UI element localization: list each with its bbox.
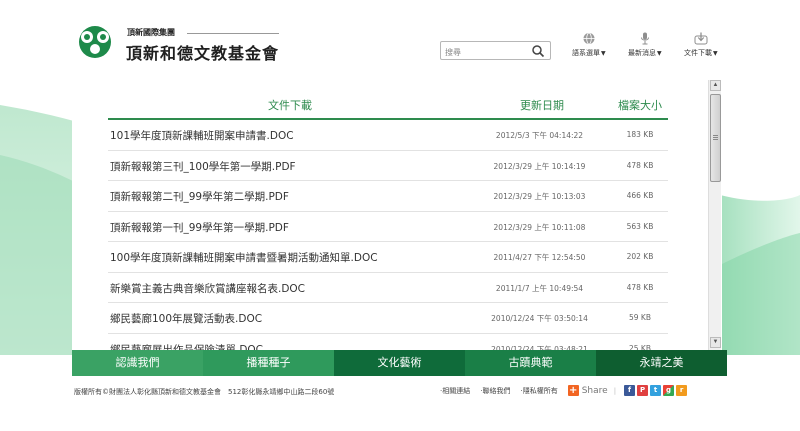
file-size: 478 KB — [626, 282, 654, 292]
microphone-icon — [640, 32, 649, 45]
site-footer: 版權所有©財團法人彰化縣頂新和德文教基金會 512彰化縣永靖鄉中山路二段60號 … — [0, 376, 800, 431]
file-list[interactable]: 101學年度頂新課輔班開案申請書.DOC 2012/5/3 下午 04:14:22… — [108, 120, 668, 350]
group-name: 頂新國際集團 — [127, 28, 175, 37]
twitter-icon[interactable]: t — [650, 385, 662, 396]
table-row[interactable]: 101學年度頂新課輔班開案申請書.DOC 2012/5/3 下午 04:14:22… — [108, 120, 668, 151]
nav-language-label: 語系選單 — [572, 49, 600, 57]
file-size: 59 KB — [629, 313, 651, 322]
file-size: 563 KB — [626, 221, 654, 231]
share-button[interactable]: + Share — [567, 385, 608, 396]
footer-link-related[interactable]: ‧相關連結 — [440, 386, 470, 396]
file-date: 2012/5/3 下午 04:14:22 — [495, 131, 584, 140]
foundation-name: 頂新和德文教基金會 — [126, 44, 280, 63]
file-date: 2012/3/29 上午 10:13:03 — [493, 192, 586, 201]
file-name-link[interactable]: 新樂賞主義古典音樂欣賞講座報名表.DOC — [110, 281, 305, 296]
bottom-nav-item[interactable]: 文化藝術 — [334, 350, 465, 376]
file-date: 2010/12/24 下午 03:50:14 — [491, 314, 588, 323]
file-name-link[interactable]: 鄉民藝廊100年展覽活動表.DOC — [110, 311, 262, 326]
file-name-link[interactable]: 100學年度頂新課輔班開案申請書暨暑期活動通知單.DOC — [110, 250, 378, 265]
nav-news-label: 最新消息 — [628, 49, 656, 57]
copyright-text: 版權所有©財團法人彰化縣頂新和德文教基金會 512彰化縣永靖鄉中山路二段60號 — [74, 388, 335, 396]
file-size: 202 KB — [626, 252, 654, 261]
nav-news[interactable]: 最新消息▼ — [628, 32, 662, 58]
table-row[interactable]: 鄉民藝廊展出作品保險清單.DOC 2010/12/24 下午 03:48:21 25… — [108, 334, 668, 351]
bottom-nav-item[interactable]: 播種種子 — [203, 350, 334, 376]
bottom-nav-item[interactable]: 永靖之美 — [596, 350, 727, 376]
search-icon[interactable] — [531, 44, 545, 58]
file-name-link[interactable]: 頂新報報第三刊_100學年第一學期.PDF — [110, 159, 296, 174]
plurk-icon[interactable]: P — [637, 385, 649, 396]
scroll-up-arrow-icon[interactable]: ▲ — [710, 80, 721, 91]
file-name-link[interactable]: 頂新報報第一刊_99學年第一學期.PDF — [110, 220, 289, 235]
column-header-size: 檔案大小 — [618, 99, 662, 112]
google-icon[interactable]: g — [663, 385, 675, 396]
file-date: 2011/4/27 下午 12:54:50 — [493, 253, 586, 262]
download-panel: 文件下載 更新日期 檔案大小 101學年度頂新課輔班開案申請書.DOC 2012/… — [72, 80, 722, 350]
file-size: 183 KB — [626, 130, 654, 139]
nav-download-label: 文件下載 — [684, 49, 712, 57]
plus-icon: + — [567, 385, 579, 396]
globe-icon — [583, 32, 595, 45]
site-header: 頂新國際集團 頂新和德文教基金會 語系選單▼ 最新消息▼ 文件 — [0, 0, 800, 80]
file-date: 2011/1/7 上午 10:49:54 — [495, 283, 584, 293]
footer-link-contact[interactable]: ‧聯絡我們 — [480, 386, 510, 396]
rss-icon[interactable]: r — [676, 385, 688, 396]
table-row[interactable]: 鄉民藝廊100年展覽活動表.DOC 2010/12/24 下午 03:50:14 5… — [108, 303, 668, 334]
bottom-nav: 認識我們 播種種子 文化藝術 古蹟典範 永靖之美 — [72, 350, 727, 376]
bottom-nav-item[interactable]: 古蹟典範 — [465, 350, 596, 376]
table-header: 文件下載 更新日期 檔案大小 — [108, 94, 668, 120]
foundation-logo[interactable] — [72, 25, 118, 59]
search-box — [440, 41, 551, 61]
chevron-down-icon: ▼ — [601, 50, 606, 57]
brand-divider — [187, 33, 279, 34]
table-row[interactable]: 頂新報報第一刊_99學年第一學期.PDF 2012/3/29 上午 10:11:0… — [108, 212, 668, 242]
nav-download[interactable]: 文件下載▼ — [684, 32, 718, 58]
scroll-down-arrow-icon[interactable]: ▼ — [710, 337, 721, 348]
table-row[interactable]: 頂新報報第二刊_99學年第二學期.PDF 2012/3/29 上午 10:13:0… — [108, 181, 668, 212]
file-size: 478 KB — [626, 160, 654, 170]
column-header-name: 文件下載 — [268, 99, 312, 112]
file-date: 2012/3/29 上午 10:11:08 — [493, 222, 586, 232]
divider: | — [613, 386, 617, 395]
vertical-scrollbar[interactable]: ▲ ▼ — [708, 80, 721, 350]
grip-icon — [713, 135, 718, 136]
chevron-down-icon: ▼ — [713, 50, 718, 57]
footer-link-privacy[interactable]: ‧隱私權所有 — [520, 386, 557, 396]
file-name-link[interactable]: 頂新報報第二刊_99學年第二學期.PDF — [110, 189, 289, 204]
search-input[interactable] — [441, 44, 523, 61]
file-date: 2012/3/29 上午 10:14:19 — [493, 161, 586, 171]
footer-links: ‧相關連結 ‧聯絡我們 ‧隱私權所有 + Share | f P t g r — [440, 385, 688, 396]
file-name-link[interactable]: 鄉民藝廊展出作品保險清單.DOC — [110, 342, 263, 351]
share-label: Share — [581, 385, 608, 396]
bottom-nav-item[interactable]: 認識我們 — [72, 350, 203, 376]
table-row[interactable]: 新樂賞主義古典音樂欣賞講座報名表.DOC 2011/1/7 上午 10:49:54… — [108, 273, 668, 303]
file-name-link[interactable]: 101學年度頂新課輔班開案申請書.DOC — [110, 128, 294, 143]
table-row[interactable]: 頂新報報第三刊_100學年第一學期.PDF 2012/3/29 上午 10:14:… — [108, 151, 668, 181]
chevron-down-icon: ▼ — [657, 50, 662, 57]
column-header-date: 更新日期 — [520, 99, 564, 112]
file-size: 466 KB — [626, 191, 654, 200]
table-row[interactable]: 100學年度頂新課輔班開案申請書暨暑期活動通知單.DOC 2011/4/27 下午… — [108, 242, 668, 273]
facebook-icon[interactable]: f — [624, 385, 636, 396]
download-icon — [694, 32, 708, 45]
nav-language-menu[interactable]: 語系選單▼ — [572, 32, 606, 58]
scroll-thumb[interactable] — [710, 94, 721, 182]
